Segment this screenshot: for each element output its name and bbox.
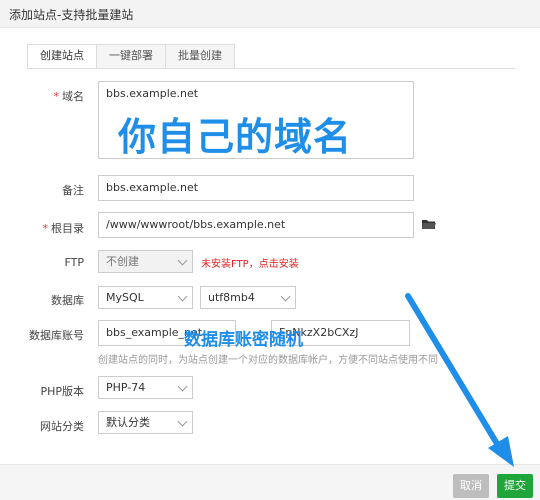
database-charset-value: utf8mb4: [208, 291, 255, 304]
dialog-titlebar: 添加站点-支持批量建站: [0, 0, 540, 28]
tab-bar: 创建站点 一键部署 批量创建: [27, 44, 235, 69]
domain-value: bbs.example.net: [106, 87, 199, 100]
ftp-select[interactable]: 不创建: [98, 250, 193, 273]
ftp-value: 不创建: [106, 255, 139, 268]
database-charset-select[interactable]: utf8mb4: [200, 286, 296, 309]
note-value: bbs.example.net: [106, 181, 199, 194]
php-version-select[interactable]: PHP-74: [98, 376, 193, 399]
tab-create-site[interactable]: 创建站点: [27, 44, 97, 69]
root-dir-input[interactable]: /www/wwwroot/bbs.example.net: [98, 212, 414, 238]
required-mark: *: [53, 90, 60, 103]
tab-batch-create[interactable]: 批量创建: [165, 44, 235, 68]
db-account-label: 数据库账号: [29, 329, 84, 342]
root-dir-label: * 根目录: [0, 220, 85, 236]
php-version-value: PHP-74: [106, 381, 146, 394]
ftp-label: FTP: [64, 256, 85, 269]
note-label: 备注: [62, 184, 84, 197]
database-label: 数据库: [51, 294, 84, 307]
category-value: 默认分类: [106, 416, 150, 429]
note-input[interactable]: bbs.example.net: [98, 175, 414, 201]
cancel-button[interactable]: 取消: [453, 474, 489, 498]
chevron-down-icon: [177, 291, 188, 301]
chevron-down-icon: [177, 381, 188, 391]
submit-button[interactable]: 提交: [497, 474, 533, 498]
category-label: 网站分类: [40, 420, 84, 433]
chevron-down-icon: [280, 291, 291, 301]
db-account-hint: 创建站点的同时，为站点创建一个对应的数据库帐户，方便不同站点使用不同数据库。: [98, 355, 438, 366]
chevron-down-icon: [177, 255, 188, 265]
domain-label: * 域名: [0, 88, 85, 104]
category-select[interactable]: 默认分类: [98, 411, 193, 434]
root-dir-label-text: 根目录: [51, 222, 84, 235]
database-type-value: MySQL: [106, 291, 144, 304]
tab-one-click-deploy[interactable]: 一键部署: [96, 44, 166, 68]
domain-label-text: 域名: [62, 90, 84, 103]
database-type-select[interactable]: MySQL: [98, 286, 193, 309]
required-mark: *: [42, 222, 49, 235]
ftp-install-link[interactable]: 未安装FTP，点击安装: [201, 255, 299, 270]
folder-icon[interactable]: [422, 219, 436, 230]
domain-annotation-text: 你自己的域名: [118, 115, 353, 159]
php-version-label: PHP版本: [40, 385, 84, 398]
root-dir-value: /www/wwwroot/bbs.example.net: [106, 218, 286, 231]
dialog-title: 添加站点-支持批量建站: [9, 8, 134, 22]
db-annotation-text: 数据库账密随机: [184, 330, 303, 350]
chevron-down-icon: [177, 416, 188, 426]
tab-divider: [27, 68, 515, 69]
